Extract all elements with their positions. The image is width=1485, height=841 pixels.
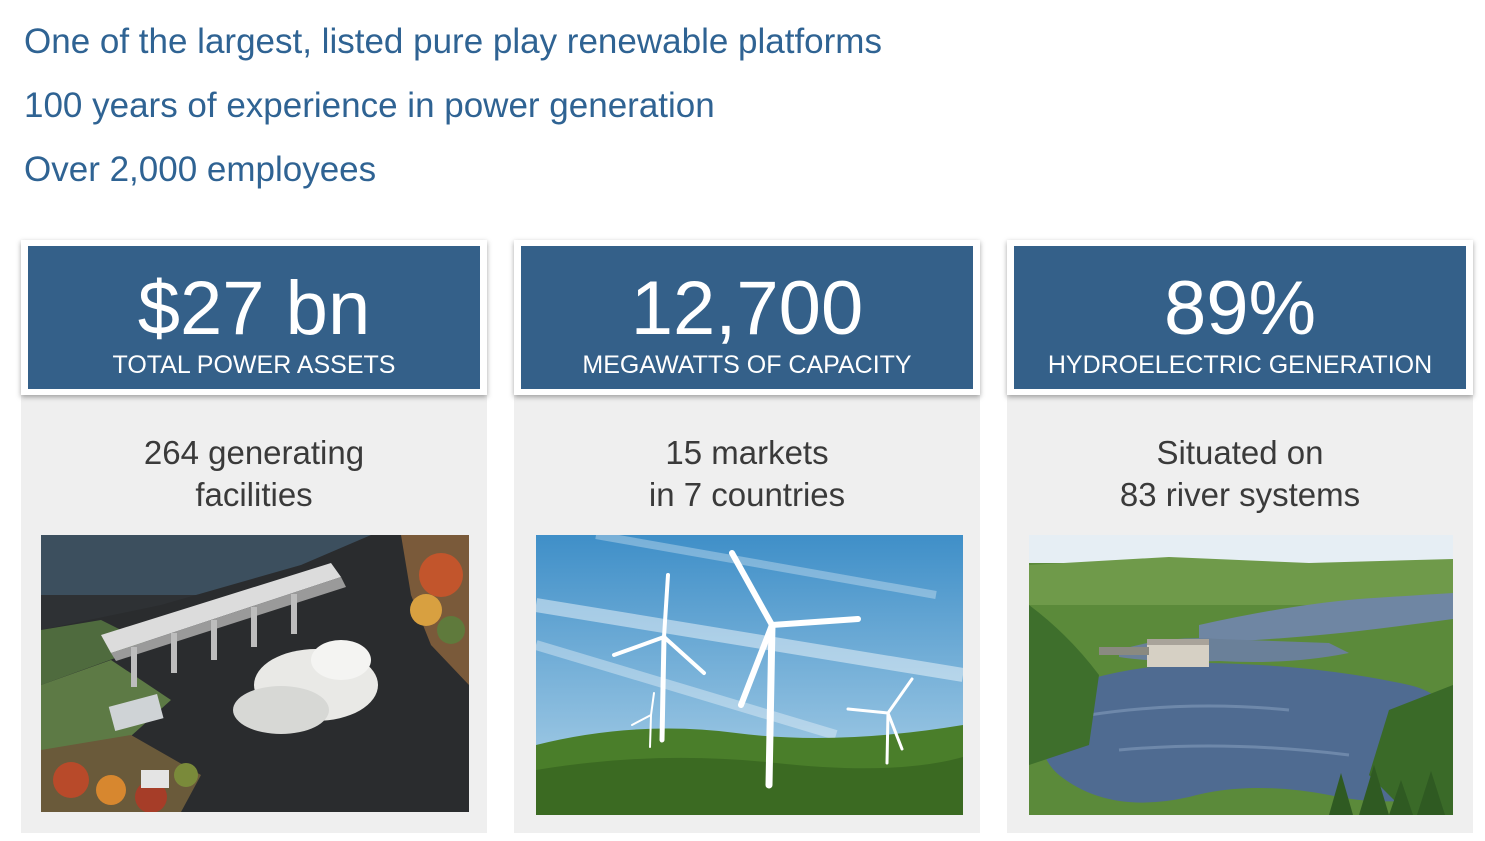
caption-line: 83 river systems xyxy=(1119,476,1361,513)
caption-line: 15 markets xyxy=(665,434,829,471)
caption-line: facilities xyxy=(195,476,313,513)
headline-renewable-platform: One of the largest, listed pure play ren… xyxy=(24,22,882,61)
stat-box: $27 bn TOTAL POWER ASSETS xyxy=(21,240,487,395)
card-caption: Situated on 83 river systems xyxy=(1007,432,1473,516)
card-caption: 264 generating facilities xyxy=(21,432,487,516)
stat-panel: 12,700 MEGAWATTS OF CAPACITY xyxy=(521,246,973,389)
card-caption: 15 markets in 7 countries xyxy=(514,432,980,516)
stat-panel: $27 bn TOTAL POWER ASSETS xyxy=(28,246,480,389)
stat-box: 12,700 MEGAWATTS OF CAPACITY xyxy=(514,240,980,395)
hydro-dam-spillway-photo xyxy=(41,535,469,812)
wind-turbines-photo xyxy=(536,535,963,815)
card-hydroelectric-generation: 89% HYDROELECTRIC GENERATION Situated on… xyxy=(1007,240,1473,833)
caption-line: in 7 countries xyxy=(648,476,846,513)
stat-label: HYDROELECTRIC GENERATION xyxy=(1047,351,1433,379)
stat-value: $27 bn xyxy=(137,266,371,351)
stat-box: 89% HYDROELECTRIC GENERATION xyxy=(1007,240,1473,395)
card-total-power-assets: $27 bn TOTAL POWER ASSETS 264 generating… xyxy=(21,240,487,833)
headline-employees: Over 2,000 employees xyxy=(24,150,377,189)
caption-line: 264 generating xyxy=(143,434,365,471)
stat-value: 89% xyxy=(1163,266,1317,351)
caption-line: Situated on xyxy=(1156,434,1324,471)
headline-experience: 100 years of experience in power generat… xyxy=(24,86,715,125)
stat-label: MEGAWATTS OF CAPACITY xyxy=(582,351,912,379)
stat-value: 12,700 xyxy=(630,266,864,351)
river-powerhouse-photo xyxy=(1029,535,1453,815)
stat-label: TOTAL POWER ASSETS xyxy=(112,351,396,379)
stat-panel: 89% HYDROELECTRIC GENERATION xyxy=(1014,246,1466,389)
card-megawatts-capacity: 12,700 MEGAWATTS OF CAPACITY 15 markets … xyxy=(514,240,980,833)
